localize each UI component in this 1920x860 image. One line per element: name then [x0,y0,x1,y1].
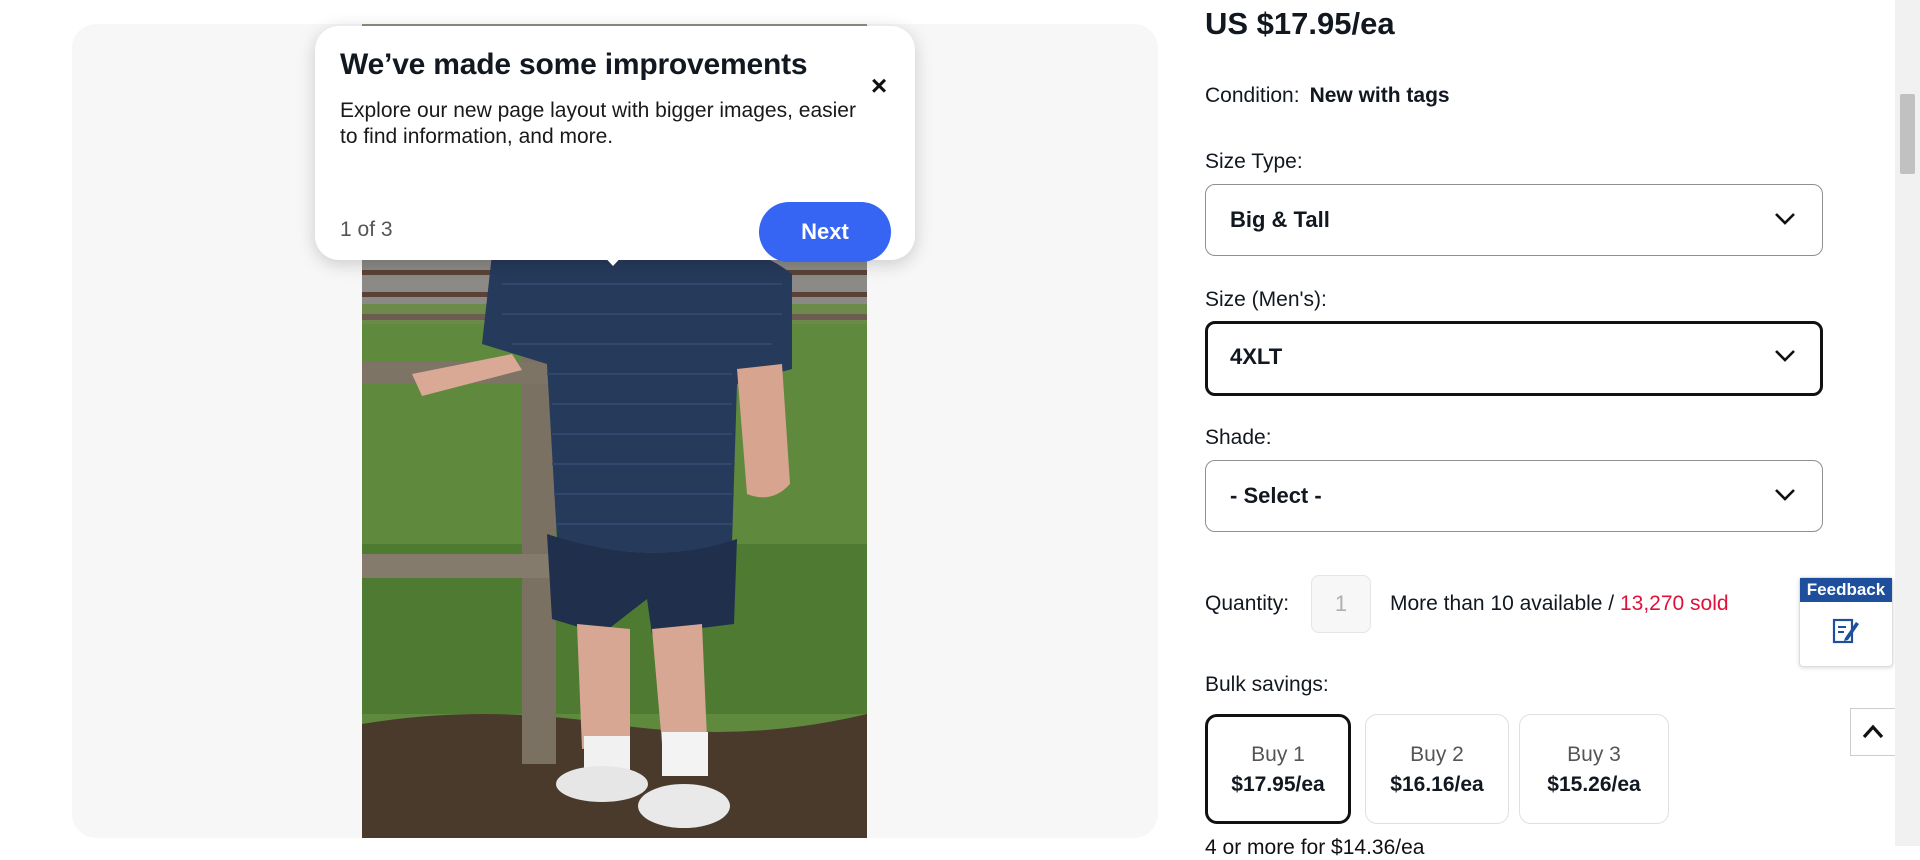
onboarding-popover: We’ve made some improvements Explore our… [315,26,915,262]
bulk-option-qty: Buy 2 [1410,743,1464,766]
condition-label: Condition: [1205,84,1300,107]
edit-note-icon [1832,618,1859,644]
feedback-label: Feedback [1800,578,1892,602]
chevron-down-icon [1775,213,1795,225]
size-value: 4XLT [1230,344,1283,369]
sold-count[interactable]: 13,270 sold [1620,592,1729,615]
size-label: Size (Men's): [1205,288,1327,311]
size-type-label: Size Type: [1205,150,1303,173]
bulk-option-buy-1[interactable]: Buy 1 $17.95/ea [1205,714,1351,824]
feedback-widget[interactable]: Feedback [1799,577,1893,667]
chevron-up-icon [1862,724,1884,739]
bulk-savings-label: Bulk savings: [1205,673,1329,696]
availability-text: More than 10 available / 13,270 sold [1390,592,1729,616]
back-to-top-button[interactable] [1850,708,1896,756]
item-condition: Condition: New with tags [1205,84,1450,108]
chevron-down-icon [1775,489,1795,501]
popover-body: Explore our new page layout with bigger … [340,99,856,148]
scrollbar-thumb[interactable] [1900,94,1915,174]
size-type-select[interactable]: Big & Tall [1205,184,1823,256]
popover-pointer [600,252,626,266]
condition-value: New with tags [1309,84,1450,107]
bulk-option-qty: Buy 3 [1567,743,1621,766]
availability-count: More than 10 available / [1390,592,1620,615]
bulk-option-buy-2[interactable]: Buy 2 $16.16/ea [1365,714,1509,824]
bulk-option-qty: Buy 1 [1251,743,1305,766]
quantity-label: Quantity: [1205,592,1290,615]
page-scrollbar[interactable] [1895,0,1920,846]
bulk-more-text: 4 or more for $14.36/ea [1205,836,1425,859]
chevron-down-icon [1775,350,1795,362]
bulk-option-buy-3[interactable]: Buy 3 $15.26/ea [1519,714,1669,824]
shade-label: Shade: [1205,426,1272,449]
popover-step-indicator: 1 of 3 [340,218,393,241]
close-icon[interactable]: × [865,72,893,100]
item-price: US $17.95/ea [1205,6,1395,41]
bulk-option-price: $16.16/ea [1390,773,1484,796]
size-type-value: Big & Tall [1230,207,1330,232]
size-select[interactable]: 4XLT [1205,321,1823,396]
popover-title: We’ve made some improvements [340,48,808,81]
shade-select[interactable]: - Select - [1205,460,1823,532]
bulk-option-price: $17.95/ea [1231,773,1325,796]
next-button[interactable]: Next [759,202,891,262]
quantity-input[interactable] [1311,575,1371,633]
shade-value: - Select - [1230,483,1322,508]
bulk-option-price: $15.26/ea [1547,773,1641,796]
